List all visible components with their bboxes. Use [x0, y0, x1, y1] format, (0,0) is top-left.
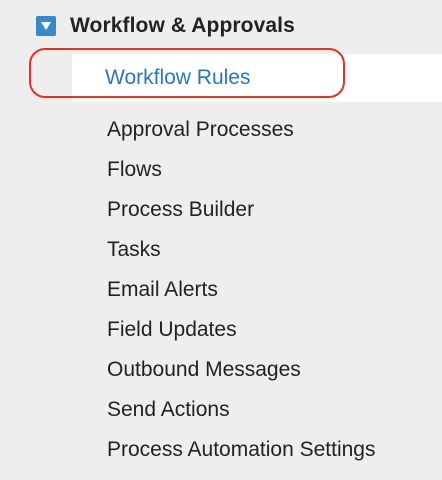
- nav-item-list: Approval Processes Flows Process Builder…: [107, 110, 375, 470]
- nav-item-email-alerts[interactable]: Email Alerts: [107, 270, 375, 310]
- nav-item-send-actions[interactable]: Send Actions: [107, 390, 375, 430]
- nav-item-process-builder[interactable]: Process Builder: [107, 190, 375, 230]
- nav-item-flows[interactable]: Flows: [107, 150, 375, 190]
- nav-item-outbound-messages[interactable]: Outbound Messages: [107, 350, 375, 390]
- section-header-workflow-approvals[interactable]: Workflow & Approvals: [36, 8, 295, 44]
- nav-item-approval-processes[interactable]: Approval Processes: [107, 110, 375, 150]
- nav-item-workflow-rules[interactable]: Workflow Rules: [105, 58, 250, 98]
- nav-item-process-automation-settings[interactable]: Process Automation Settings: [107, 430, 375, 470]
- collapse-triangle-icon[interactable]: [36, 16, 56, 36]
- nav-item-field-updates[interactable]: Field Updates: [107, 310, 375, 350]
- setup-nav-section: Workflow & Approvals Workflow Rules Appr…: [0, 0, 442, 480]
- section-title: Workflow & Approvals: [70, 14, 295, 37]
- nav-item-tasks[interactable]: Tasks: [107, 230, 375, 270]
